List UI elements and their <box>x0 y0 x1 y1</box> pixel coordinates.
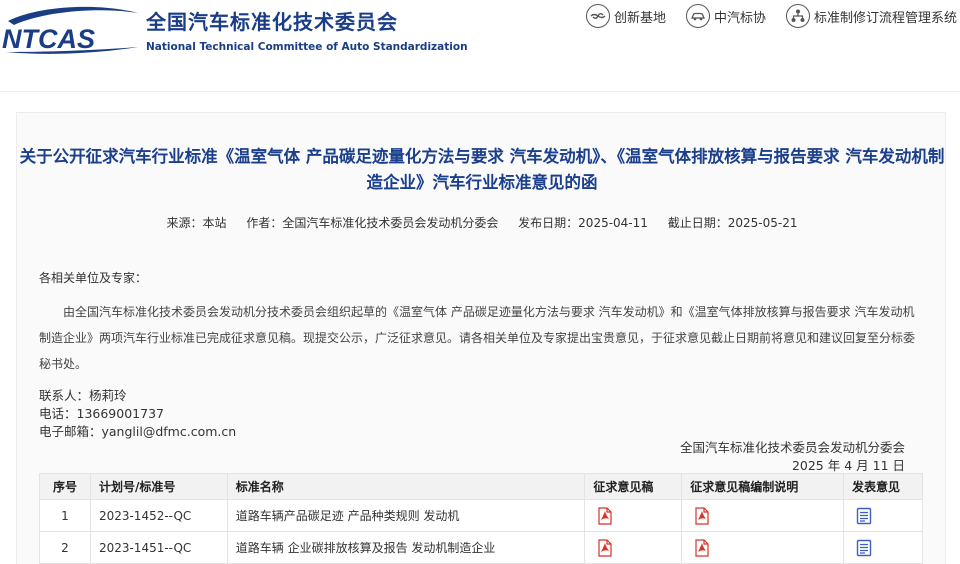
org-name-cn: 全国汽车标准化技术委员会 <box>146 10 398 34</box>
comment-form-icon[interactable] <box>856 507 872 525</box>
pdf-download-icon[interactable] <box>597 538 613 557</box>
article-meta: 来源：本站 作者：全国汽车标准化技术委员会发动机分委会 发布日期：2025-04… <box>17 214 947 231</box>
meta-author: 作者：全国汽车标准化技术委员会发动机分委会 <box>246 216 499 230</box>
col-header-comment: 发表意见 <box>843 473 923 500</box>
contact-phone: 电话：13669001737 <box>39 406 164 421</box>
cell-explanation <box>681 531 845 564</box>
nav-label: 标准制修订流程管理系统 <box>814 10 958 26</box>
col-header-explanation: 征求意见稿编制说明 <box>681 473 845 500</box>
signature: 全国汽车标准化技术委员会发动机分委会 2025 年 4 月 11 日 <box>680 439 905 475</box>
table-row: 2 2023-1451--QC 道路车辆 企业碳排放核算及报告 发动机制造企业 <box>39 531 923 564</box>
cell-standard-name: 道路车辆 企业碳排放核算及报告 发动机制造企业 <box>226 531 586 564</box>
cell-comment <box>843 499 923 532</box>
meta-deadline: 截止日期：2025-05-21 <box>667 216 798 230</box>
cell-index: 1 <box>39 499 91 532</box>
nav-label: 创新基地 <box>614 10 667 26</box>
ntcas-logo-icon: NTCAS <box>2 6 138 54</box>
nav-caam-standards[interactable]: 中汽标协 <box>686 4 766 28</box>
org-chart-icon <box>786 4 811 28</box>
col-header-draft: 征求意见稿 <box>584 473 683 500</box>
pdf-download-icon[interactable] <box>597 506 613 525</box>
article-card: 关于公开征求汽车行业标准《温室气体 产品碳足迹量化方法与要求 汽车发动机》、《温… <box>16 112 946 564</box>
car-icon <box>686 4 711 28</box>
cell-index: 2 <box>39 531 91 564</box>
col-header-index: 序号 <box>39 473 91 500</box>
top-nav: 创新基地 中汽标协 标准制修订流程管理系统 <box>586 4 960 28</box>
svg-text:NTCAS: NTCAS <box>2 24 95 54</box>
cell-explanation <box>681 499 845 532</box>
cell-draft <box>584 499 683 532</box>
contact-info: 联系人：杨莉玲 电话：13669001737 电子邮箱：yanglil@dfmc… <box>39 387 236 441</box>
table-row: 1 2023-1452--QC 道路车辆产品碳足迹 产品种类规则 发动机 <box>39 499 923 532</box>
site-header: NTCAS 全国汽车标准化技术委员会 National Technical Co… <box>0 0 960 92</box>
nav-label: 中汽标协 <box>714 10 767 26</box>
cell-plan-number: 2023-1451--QC <box>89 531 228 564</box>
meta-publish-date: 发布日期：2025-04-11 <box>518 216 648 230</box>
cell-draft <box>584 531 683 564</box>
cell-plan-number: 2023-1452--QC <box>89 499 228 532</box>
meta-source: 来源：本站 <box>166 216 227 230</box>
col-header-standard-name: 标准名称 <box>226 473 586 500</box>
article-body: 由全国汽车标准化技术委员会发动机分技术委员会组织起草的《温室气体 产品碳足迹量化… <box>39 305 916 371</box>
nav-innovation-base[interactable]: 创新基地 <box>586 4 666 28</box>
col-header-plan-number: 计划号/标准号 <box>89 473 228 500</box>
cell-standard-name: 道路车辆产品碳足迹 产品种类规则 发动机 <box>226 499 586 532</box>
pdf-download-icon[interactable] <box>694 538 710 557</box>
site-logo[interactable]: NTCAS 全国汽车标准化技术委员会 National Technical Co… <box>0 0 468 60</box>
handshake-icon <box>586 4 610 28</box>
contact-email: 电子邮箱：yanglil@dfmc.com.cn <box>39 424 237 439</box>
standards-table: 序号 计划号/标准号 标准名称 征求意见稿 征求意见稿编制说明 发表意见 1 2… <box>39 473 923 564</box>
cell-comment <box>843 531 923 564</box>
signature-org: 全国汽车标准化技术委员会发动机分委会 <box>679 440 905 455</box>
contact-person: 联系人：杨莉玲 <box>39 388 127 403</box>
nav-standard-revision-system[interactable]: 标准制修订流程管理系统 <box>786 4 957 28</box>
pdf-download-icon[interactable] <box>694 506 710 525</box>
greeting: 各相关单位及专家： <box>39 271 148 285</box>
org-name-en: National Technical Committee of Auto Sta… <box>146 41 468 53</box>
article-title: 关于公开征求汽车行业标准《温室气体 产品碳足迹量化方法与要求 汽车发动机》、《温… <box>19 147 945 192</box>
table-header-row: 序号 计划号/标准号 标准名称 征求意见稿 征求意见稿编制说明 发表意见 <box>39 473 923 500</box>
comment-form-icon[interactable] <box>856 539 872 557</box>
